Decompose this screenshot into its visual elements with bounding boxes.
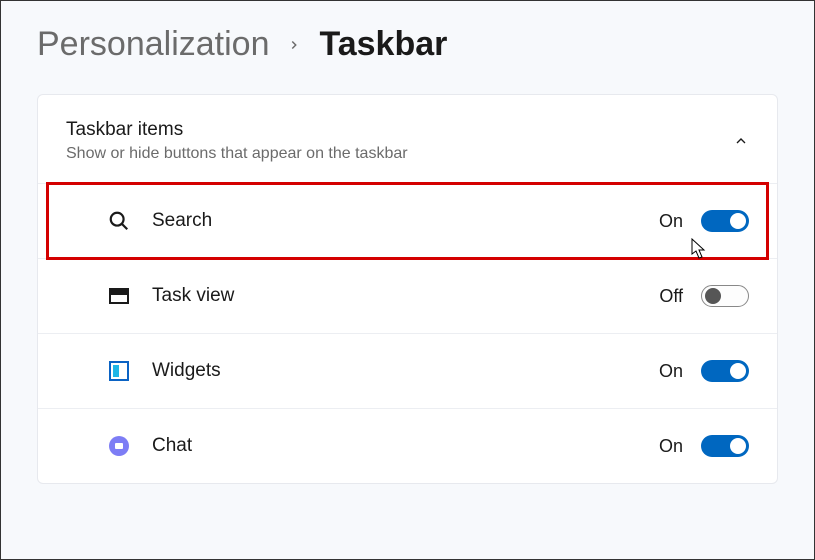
chat-icon [108, 435, 130, 457]
section-header[interactable]: Taskbar items Show or hide buttons that … [38, 95, 777, 184]
state-label-chat: On [659, 436, 683, 457]
chevron-up-icon[interactable] [733, 133, 749, 149]
row-label-chat: Chat [152, 435, 192, 457]
breadcrumb: Personalization Taskbar [1, 1, 814, 76]
row-widgets: Widgets On [38, 334, 777, 409]
state-label-widgets: On [659, 361, 683, 382]
toggle-search[interactable] [701, 210, 749, 232]
state-label-taskview: Off [659, 286, 683, 307]
breadcrumb-current: Taskbar [319, 25, 447, 64]
row-taskview: Task view Off [38, 259, 777, 334]
taskview-icon [108, 285, 130, 307]
toggle-widgets[interactable] [701, 360, 749, 382]
row-label-taskview: Task view [152, 285, 234, 307]
widgets-icon [108, 360, 130, 382]
section-subtitle: Show or hide buttons that appear on the … [66, 145, 408, 163]
section-title: Taskbar items [66, 119, 408, 141]
search-icon [108, 210, 130, 232]
row-label-widgets: Widgets [152, 360, 221, 382]
row-label-search: Search [152, 210, 212, 232]
taskbar-items-panel: Taskbar items Show or hide buttons that … [37, 94, 778, 484]
breadcrumb-parent[interactable]: Personalization [37, 25, 269, 64]
row-search: Search On [38, 184, 777, 259]
toggle-taskview[interactable] [701, 285, 749, 307]
toggle-chat[interactable] [701, 435, 749, 457]
state-label-search: On [659, 211, 683, 232]
chevron-right-icon [287, 32, 301, 58]
row-chat: Chat On [38, 409, 777, 483]
cursor-icon [691, 238, 707, 260]
